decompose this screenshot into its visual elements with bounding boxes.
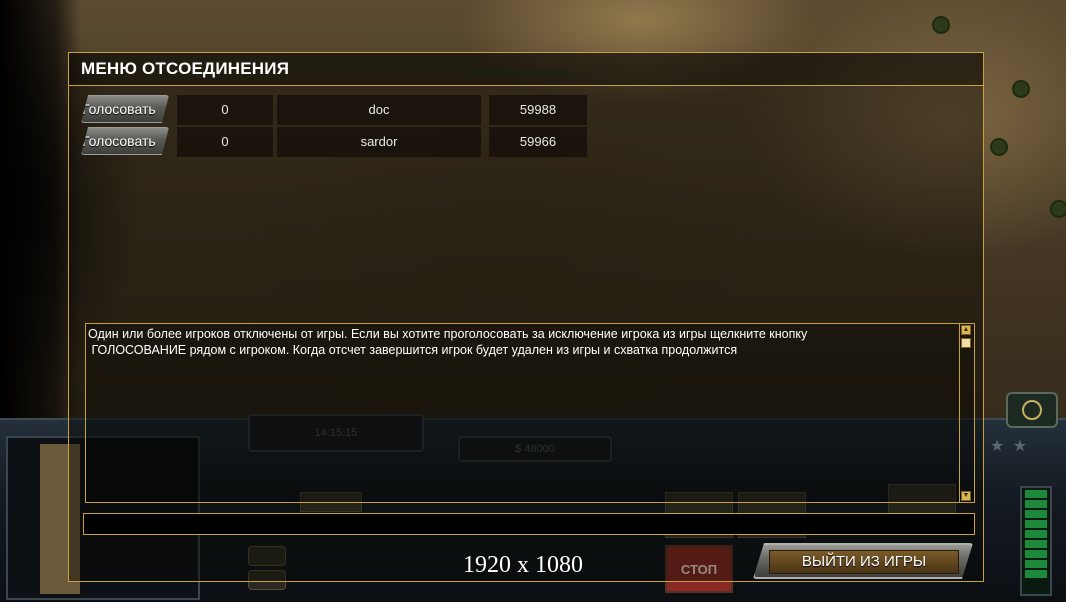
vote-button-label: Голосовать <box>82 101 156 117</box>
chat-input[interactable] <box>83 513 975 535</box>
scroll-thumb[interactable] <box>961 338 971 348</box>
player-name: sardor <box>277 127 481 157</box>
dialog-header: МЕНЮ ОТСОЕДИНЕНИЯ <box>69 53 983 86</box>
vote-count: 0 <box>177 127 273 157</box>
exit-game-button[interactable]: ВЫЙТИ ИЗ ИГРЫ <box>753 543 973 579</box>
tree-icon <box>1014 82 1028 96</box>
dialog-title: МЕНЮ ОТСОЕДИНЕНИЯ <box>81 59 290 78</box>
exit-game-label: ВЫЙТИ ИЗ ИГРЫ <box>769 550 959 574</box>
message-scrollbar[interactable]: ▲ ▼ <box>959 324 972 502</box>
disconnect-dialog: МЕНЮ ОТСОЕДИНЕНИЯ Голосовать 0 doc 59988… <box>68 52 984 582</box>
player-id: 59966 <box>489 127 587 157</box>
resolution-overlay: 1920 x 1080 <box>463 552 583 578</box>
player-name: doc <box>277 95 481 125</box>
vote-button-label: Голосовать <box>82 133 156 149</box>
scroll-down-icon[interactable]: ▼ <box>961 491 971 501</box>
tree-icon <box>992 140 1006 154</box>
message-text: Один или более игроков отключены от игры… <box>88 327 808 357</box>
tree-icon <box>934 18 948 32</box>
vote-count: 0 <box>177 95 273 125</box>
vote-button[interactable]: Голосовать <box>81 127 169 155</box>
player-id: 59988 <box>489 95 587 125</box>
compass-icon[interactable] <box>1006 392 1058 428</box>
message-box: Один или более игроков отключены от игры… <box>85 323 975 503</box>
rank-stars-icon: ★ ★ <box>990 438 1030 455</box>
power-meter <box>1020 486 1052 596</box>
vote-button[interactable]: Голосовать <box>81 95 169 123</box>
scroll-up-icon[interactable]: ▲ <box>961 325 971 335</box>
tree-icon <box>1052 202 1066 216</box>
